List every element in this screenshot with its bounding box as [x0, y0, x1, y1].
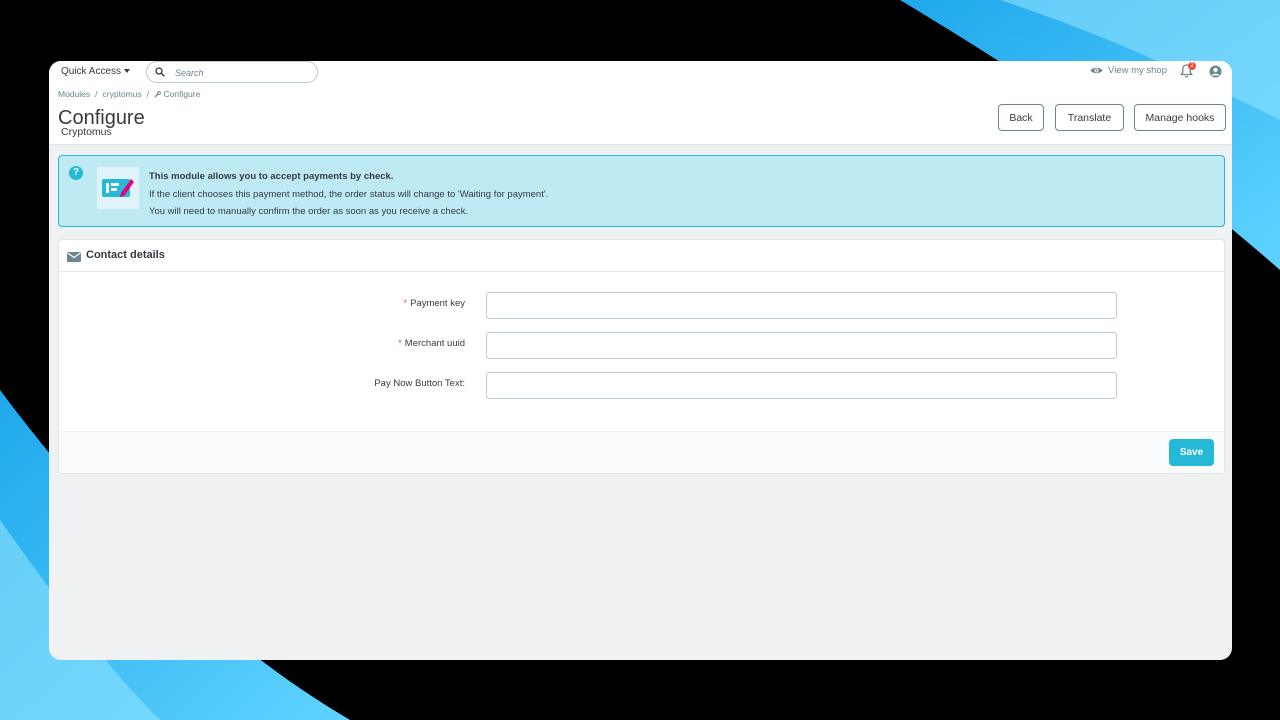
wrench-icon: [154, 91, 162, 98]
search-input[interactable]: [173, 65, 312, 81]
eye-icon: [1090, 67, 1103, 74]
required-mark: *: [403, 298, 408, 309]
top-header: Quick Access View my shop 2: [49, 61, 1232, 145]
panel-header: Contact details: [59, 240, 1224, 272]
required-mark: *: [398, 338, 402, 349]
merchant-uuid-label: * Merchant uuid: [398, 338, 465, 349]
breadcrumb: Modules / cryptomus / Configure: [58, 89, 201, 99]
save-button[interactable]: Save: [1169, 439, 1214, 466]
question-icon: ?: [69, 166, 83, 180]
pay-now-button-text-label: Pay Now Button Text:: [374, 378, 465, 389]
translate-button[interactable]: Translate: [1055, 104, 1124, 131]
form-row-pay-now-text: Pay Now Button Text:: [59, 372, 1224, 399]
info-line: If the client chooses this payment metho…: [149, 188, 549, 200]
notifications-button[interactable]: 2: [1180, 62, 1196, 78]
info-heading: This module allows you to accept payment…: [149, 171, 394, 182]
breadcrumb-item[interactable]: cryptomus: [103, 89, 142, 99]
pay-now-button-text-input[interactable]: [486, 372, 1117, 399]
search-box[interactable]: [146, 61, 318, 83]
search-icon: [155, 67, 165, 77]
back-button[interactable]: Back: [998, 104, 1044, 131]
merchant-uuid-input[interactable]: [486, 332, 1117, 359]
payment-key-input[interactable]: [486, 292, 1117, 319]
breadcrumb-item-current: Configure: [163, 89, 201, 99]
check-payment-icon: [97, 167, 139, 209]
user-menu-button[interactable]: [1209, 65, 1222, 78]
payment-key-label: * Payment key: [403, 298, 465, 309]
notification-count-badge: 2: [1188, 62, 1196, 70]
manage-hooks-button[interactable]: Manage hooks: [1134, 104, 1226, 131]
panel-title: Contact details: [86, 249, 165, 261]
breadcrumb-item[interactable]: Modules: [58, 89, 90, 99]
module-info-alert: ? This module allows you to accept payme…: [58, 155, 1225, 227]
info-line: You will need to manually confirm the or…: [149, 206, 469, 217]
view-my-shop-link[interactable]: View my shop: [1090, 65, 1167, 76]
caret-down-icon: [124, 69, 131, 74]
admin-window: Quick Access View my shop 2: [49, 61, 1232, 660]
envelope-icon: [67, 252, 81, 262]
form-row-merchant-uuid: * Merchant uuid: [59, 332, 1224, 359]
info-text: This module allows you to accept payment…: [149, 168, 548, 221]
form-row-payment-key: * Payment key: [59, 292, 1224, 319]
user-icon: [1209, 65, 1222, 78]
quick-access-label: Quick Access: [61, 66, 122, 77]
contact-details-panel: Contact details * Payment key * Merchant u…: [58, 239, 1225, 474]
panel-footer: Save: [59, 431, 1224, 473]
page-subtitle: Cryptomus: [61, 126, 112, 138]
quick-access-dropdown[interactable]: Quick Access: [61, 66, 131, 77]
view-my-shop-label: View my shop: [1108, 65, 1167, 76]
